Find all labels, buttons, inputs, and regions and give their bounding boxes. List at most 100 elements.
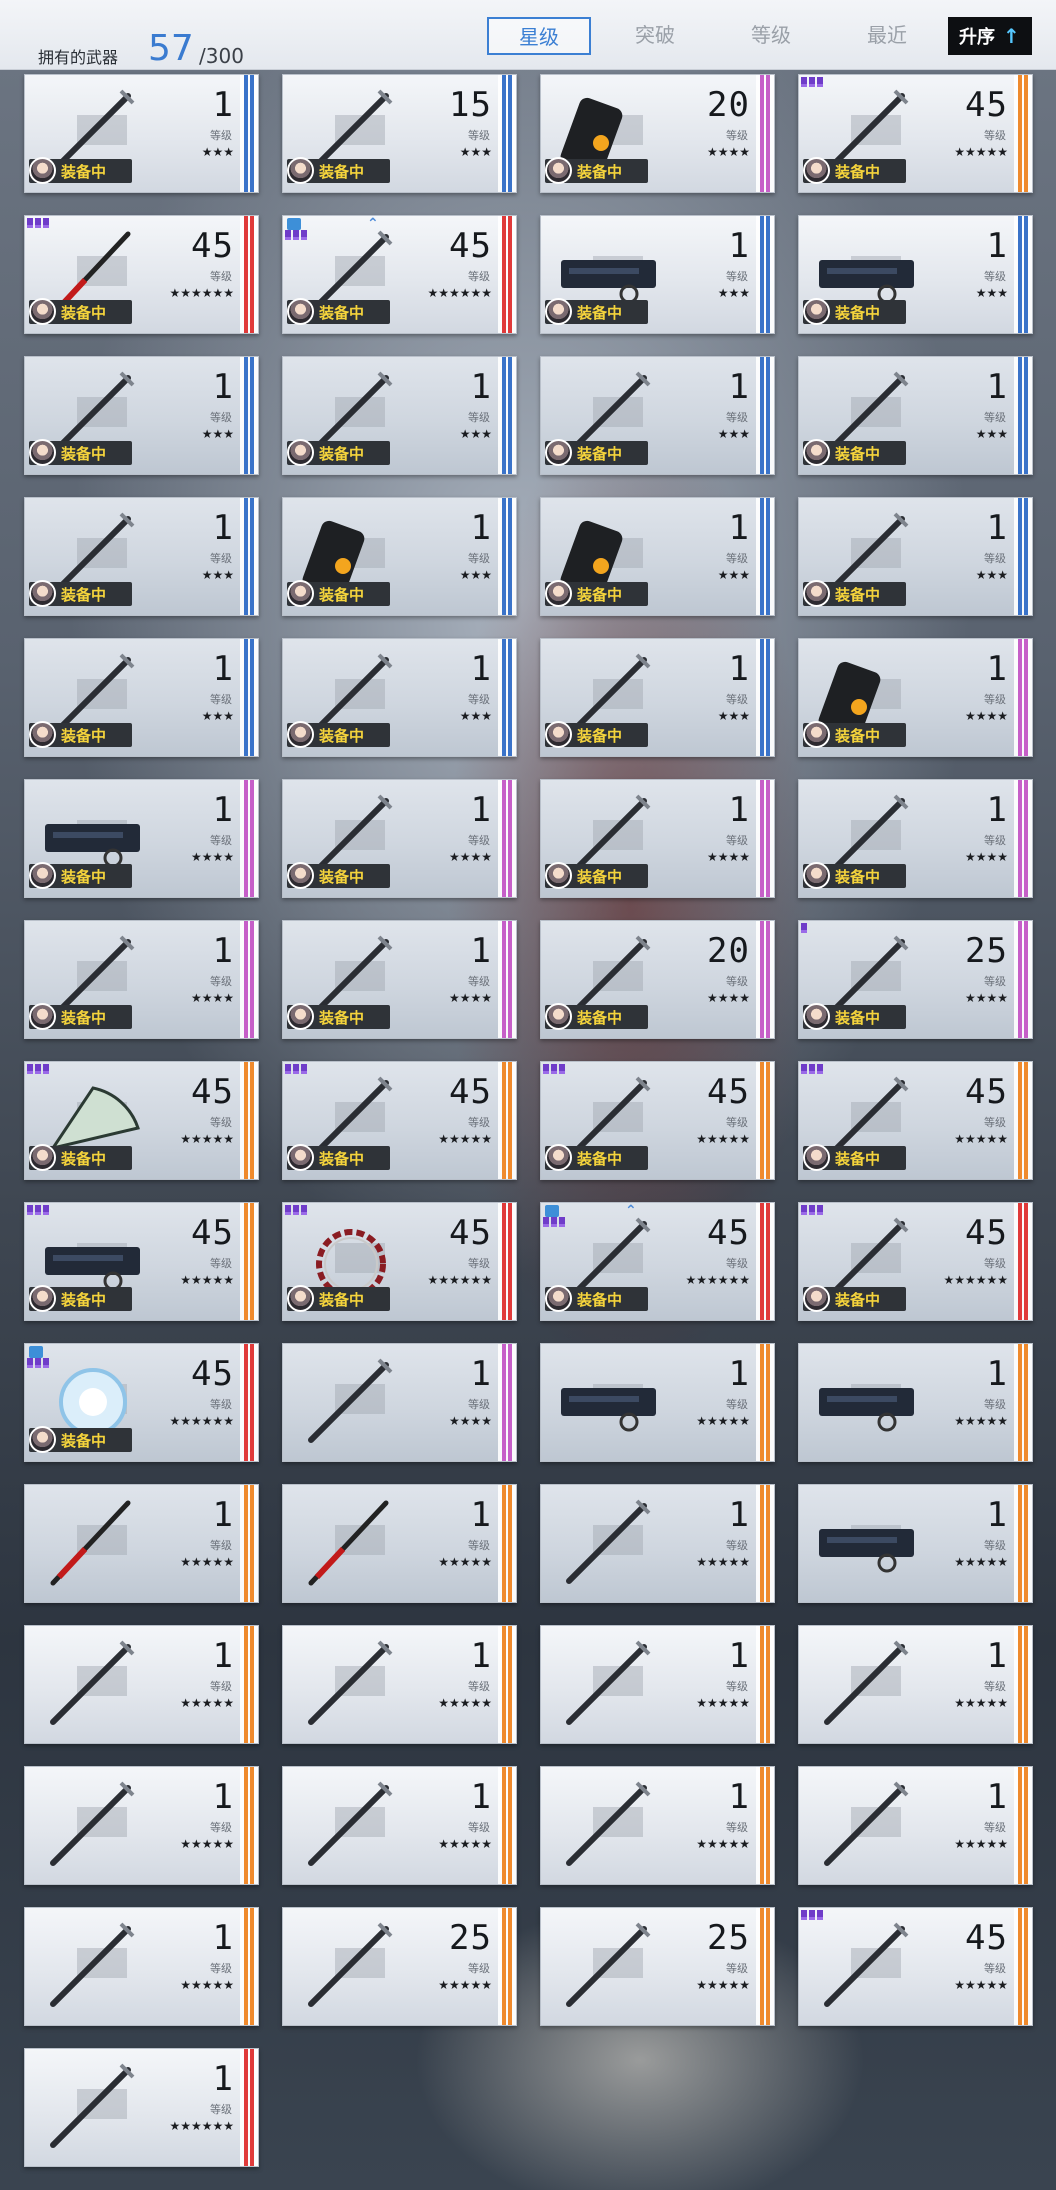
rarity-stripes <box>1014 1485 1032 1602</box>
rarity-stripes <box>756 1203 774 1320</box>
weapon-card[interactable]: 45 等级 ★★★★★★ 装备中 <box>24 1343 259 1462</box>
weapon-card[interactable]: 1 等级 ★★★ 装备中 <box>540 638 775 757</box>
weapon-card[interactable]: 45 等级 ★★★★★ <box>798 1907 1033 2026</box>
weapon-card[interactable]: 20 等级 ★★★★ 装备中 <box>540 74 775 193</box>
lock-icon[interactable] <box>545 1205 559 1217</box>
red-sword-icon <box>308 1500 389 1586</box>
weapon-card[interactable]: 1 等级 ★★★ 装备中 <box>798 215 1033 334</box>
weapon-card[interactable]: 1 等级 ★★★★ <box>282 1343 517 1462</box>
equipped-badge: 装备中 <box>287 1144 390 1171</box>
weapon-card[interactable]: 1 等级 ★★★ 装备中 <box>798 497 1033 616</box>
weapon-card[interactable]: 1 等级 ★★★★★ <box>282 1625 517 1744</box>
weapon-card[interactable]: 1 等级 ★★★★ 装备中 <box>282 920 517 1039</box>
weapon-card[interactable]: 1 等级 ★★★★★★ <box>24 2048 259 2167</box>
weapon-card[interactable]: ⌃ 45 等级 ★★★★★★ 装备中 <box>282 215 517 334</box>
character-avatar <box>803 721 830 748</box>
weapon-level: 20 <box>707 931 750 971</box>
weapon-card[interactable]: 45 等级 ★★★★★★ 装备中 <box>282 1202 517 1321</box>
refine-rank-icon <box>27 218 49 228</box>
lock-icon[interactable] <box>287 218 301 230</box>
weapon-card[interactable]: 1 等级 ★★★★★ <box>24 1625 259 1744</box>
weapon-card[interactable]: 1 等级 ★★★★★ <box>798 1625 1033 1744</box>
level-label: 等级 <box>210 1257 232 1270</box>
weapon-level: 1 <box>470 931 492 971</box>
weapon-card[interactable]: 1 等级 ★★★★★ <box>24 1907 259 2026</box>
weapon-card[interactable]: 45 等级 ★★★★★ 装备中 <box>24 1061 259 1180</box>
character-avatar <box>545 1003 572 1030</box>
weapon-card[interactable]: 1 等级 ★★★ 装备中 <box>798 356 1033 475</box>
weapon-card[interactable]: 1 等级 ★★★★ 装备中 <box>798 779 1033 898</box>
weapon-card[interactable]: 1 等级 ★★★ 装备中 <box>282 356 517 475</box>
star-rating: ★★★★★ <box>696 1978 750 1992</box>
weapon-card[interactable]: 1 等级 ★★★ 装备中 <box>24 638 259 757</box>
weapon-card[interactable]: 45 等级 ★★★★★ 装备中 <box>798 1061 1033 1180</box>
weapon-card[interactable]: 1 等级 ★★★ 装备中 <box>540 356 775 475</box>
weapon-card[interactable]: 1 等级 ★★★★★ <box>540 1484 775 1603</box>
weapon-card[interactable]: 45 等级 ★★★★★ 装备中 <box>24 1202 259 1321</box>
refine-rank-icon <box>801 77 823 87</box>
weapon-card[interactable]: 1 等级 ★★★★★ <box>282 1484 517 1603</box>
level-label: 等级 <box>726 975 748 988</box>
equipped-label: 装备中 <box>835 586 881 604</box>
weapon-level: 45 <box>191 226 234 266</box>
level-label: 等级 <box>468 1116 490 1129</box>
weapon-card[interactable]: 45 等级 ★★★★★ 装备中 <box>798 74 1033 193</box>
character-avatar <box>545 157 572 184</box>
rarity-stripes <box>756 1344 774 1461</box>
weapon-card[interactable]: 1 等级 ★★★★ 装备中 <box>24 920 259 1039</box>
weapon-card[interactable]: 1 等级 ★★★★★ <box>540 1343 775 1462</box>
weapon-card[interactable]: 1 等级 ★★★★★ <box>798 1484 1033 1603</box>
weapon-level: 1 <box>212 367 234 407</box>
weapon-card[interactable]: 1 等级 ★★★ 装备中 <box>540 497 775 616</box>
weapon-card[interactable]: 25 等级 ★★★★ 装备中 <box>798 920 1033 1039</box>
weapon-card[interactable]: 1 等级 ★★★ 装备中 <box>282 497 517 616</box>
weapon-card[interactable]: 1 等级 ★★★★ 装备中 <box>798 638 1033 757</box>
weapon-card[interactable]: 15 等级 ★★★ 装备中 <box>282 74 517 193</box>
scythe-icon <box>50 1640 135 1725</box>
level-label: 等级 <box>984 270 1006 283</box>
weapon-card[interactable]: 1 等级 ★★★★★ <box>540 1766 775 1885</box>
weapon-card[interactable]: 1 等级 ★★★ 装备中 <box>24 497 259 616</box>
character-avatar <box>29 1426 56 1453</box>
tab-level[interactable]: 等级 <box>719 17 823 55</box>
hook-blade-icon <box>566 1499 651 1584</box>
weapon-card[interactable]: 1 等级 ★★★ 装备中 <box>24 356 259 475</box>
level-label: 等级 <box>468 693 490 706</box>
weapon-card[interactable]: 1 等级 ★★★★ 装备中 <box>282 779 517 898</box>
weapon-card[interactable]: 25 等级 ★★★★★ <box>282 1907 517 2026</box>
equipped-badge: 装备中 <box>287 157 390 184</box>
weapon-card[interactable]: 25 等级 ★★★★★ <box>540 1907 775 2026</box>
character-avatar <box>803 157 830 184</box>
equipped-label: 装备中 <box>61 868 107 886</box>
weapon-level: 1 <box>212 1777 234 1817</box>
weapon-card[interactable]: 45 等级 ★★★★★★ 装备中 <box>24 215 259 334</box>
tab-recent[interactable]: 最近 <box>835 17 939 55</box>
weapon-card[interactable]: 1 等级 ★★★★ 装备中 <box>540 779 775 898</box>
sort-order-button[interactable]: 升序 ↑ <box>948 17 1032 55</box>
level-label: 等级 <box>468 1257 490 1270</box>
weapon-card[interactable]: 1 等级 ★★★★★ <box>540 1625 775 1744</box>
weapon-card[interactable]: 1 等级 ★★★★ 装备中 <box>24 779 259 898</box>
equipped-badge: 装备中 <box>803 298 906 325</box>
star-rating: ★★★★★★ <box>427 1273 492 1287</box>
weapon-card[interactable]: 1 等级 ★★★ 装备中 <box>24 74 259 193</box>
weapon-card[interactable]: 1 等级 ★★★★★ <box>282 1766 517 1885</box>
weapon-card[interactable]: 1 等级 ★★★ 装备中 <box>540 215 775 334</box>
weapon-card[interactable]: 1 等级 ★★★★★ <box>798 1343 1033 1462</box>
weapon-card[interactable]: 45 等级 ★★★★★★ 装备中 <box>798 1202 1033 1321</box>
rarity-stripes <box>240 639 258 756</box>
rarity-stripes <box>498 357 516 474</box>
weapon-card[interactable]: 1 等级 ★★★ 装备中 <box>282 638 517 757</box>
weapon-card[interactable]: 45 等级 ★★★★★ 装备中 <box>282 1061 517 1180</box>
tab-breakthrough[interactable]: 突破 <box>603 17 707 55</box>
tab-rarity[interactable]: 星级 <box>487 17 591 55</box>
equipped-badge: 装备中 <box>545 862 648 889</box>
rarity-stripes <box>1014 1626 1032 1743</box>
weapon-card[interactable]: 1 等级 ★★★★★ <box>24 1766 259 1885</box>
weapon-card[interactable]: 1 等级 ★★★★★ <box>798 1766 1033 1885</box>
weapon-card[interactable]: 45 等级 ★★★★★ 装备中 <box>540 1061 775 1180</box>
weapon-card[interactable]: 20 等级 ★★★★ 装备中 <box>540 920 775 1039</box>
weapon-card[interactable]: 1 等级 ★★★★★ <box>24 1484 259 1603</box>
lock-icon[interactable] <box>29 1346 43 1358</box>
weapon-card[interactable]: ⌃ 45 等级 ★★★★★★ 装备中 <box>540 1202 775 1321</box>
